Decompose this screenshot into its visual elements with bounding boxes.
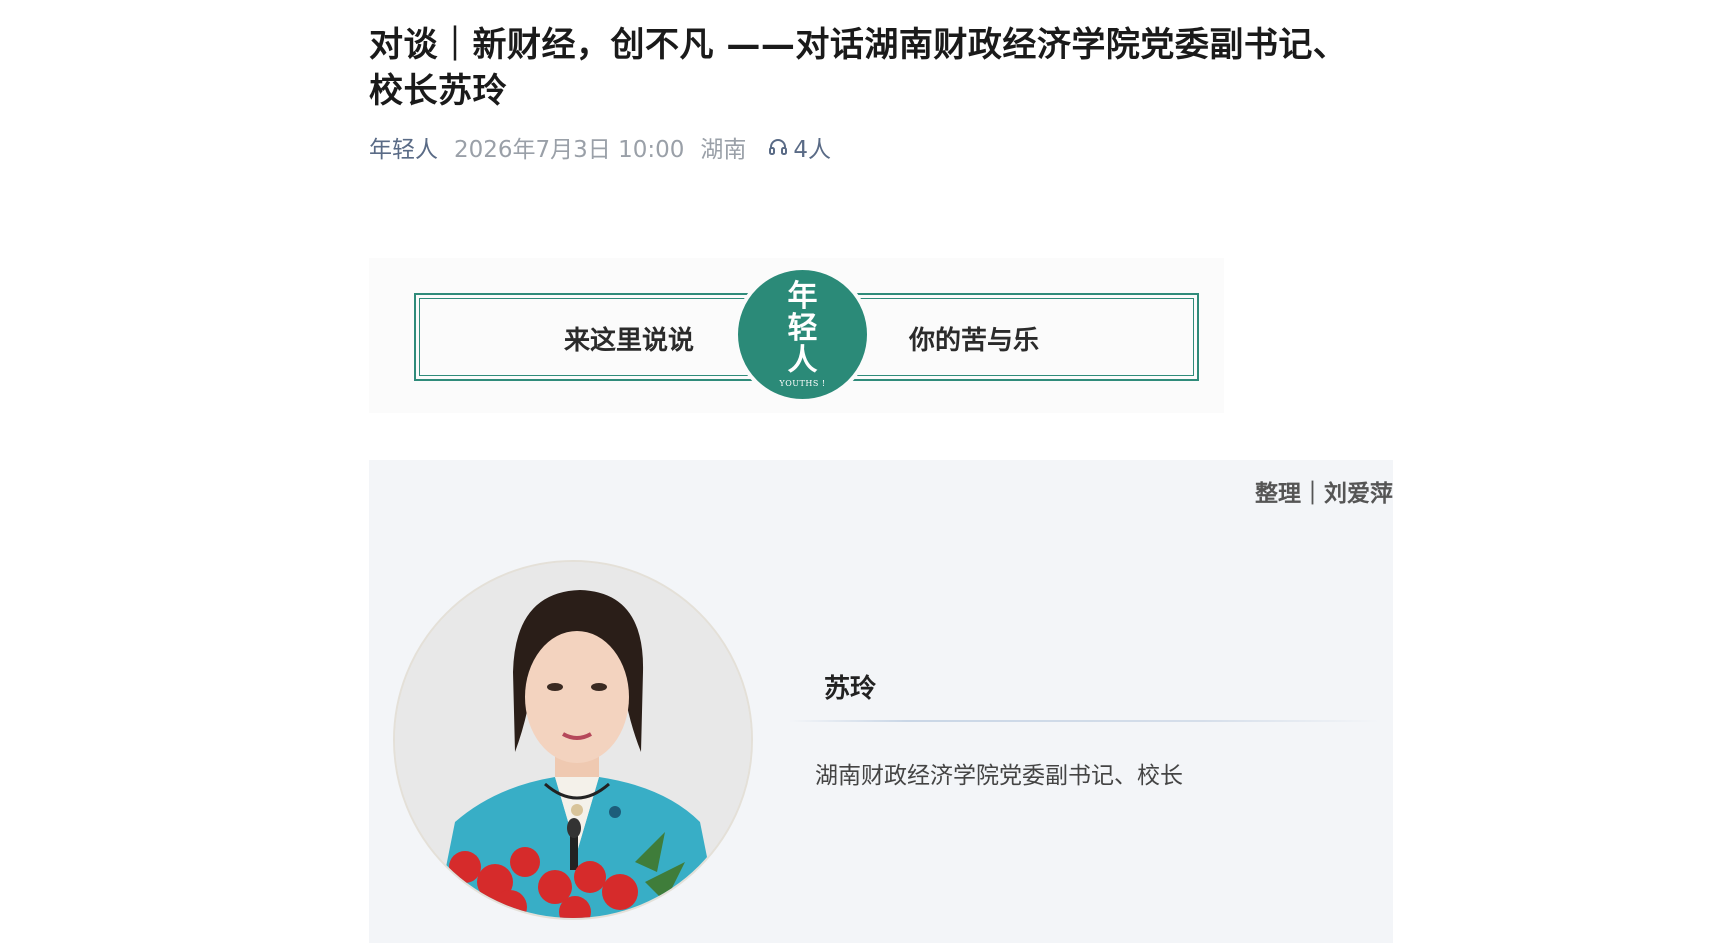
article-title: 对谈｜新财经，创不凡 ——对话湖南财政经济学院党委副书记、校长苏玲 — [369, 25, 1348, 111]
author-link[interactable]: 年轻人 — [369, 130, 438, 164]
portrait-illustration — [395, 562, 751, 918]
listen-count[interactable]: 4人 — [768, 130, 831, 164]
person-name: 苏玲 — [824, 674, 877, 704]
person-position: 湖南财政经济学院党委副书记、校长 — [815, 763, 1183, 789]
listen-count-value: 4人 — [793, 137, 832, 163]
profile-card: 整理｜刘爱萍 苏玲 湖南财政经济学院党委副书记、校长 — [369, 460, 1393, 943]
divider — [789, 720, 1379, 722]
article-meta: 年轻人 2026年7月3日 10:00 湖南 4人 — [369, 130, 831, 164]
banner-left-text: 来这里说说 — [563, 326, 694, 356]
publish-date: 2026年7月3日 10:00 — [454, 137, 685, 163]
region-label: 湖南 — [700, 137, 747, 163]
column-logo-subtext: YOUTHS ! — [779, 379, 826, 388]
editor-credit: 整理｜刘爱萍 — [1255, 481, 1393, 507]
headphones-icon — [769, 139, 788, 155]
article: 对谈｜新财经，创不凡 ——对话湖南财政经济学院党委副书记、校长苏玲 年轻人 20… — [369, 0, 1393, 943]
column-logo-text: 年轻人 — [787, 279, 818, 378]
column-logo: 年轻人 YOUTHS ! — [734, 266, 871, 403]
banner-right-text: 你的苦与乐 — [908, 326, 1039, 356]
portrait-photo — [393, 560, 753, 920]
column-banner: 来这里说说 你的苦与乐 年轻人 YOUTHS ! — [369, 258, 1224, 413]
